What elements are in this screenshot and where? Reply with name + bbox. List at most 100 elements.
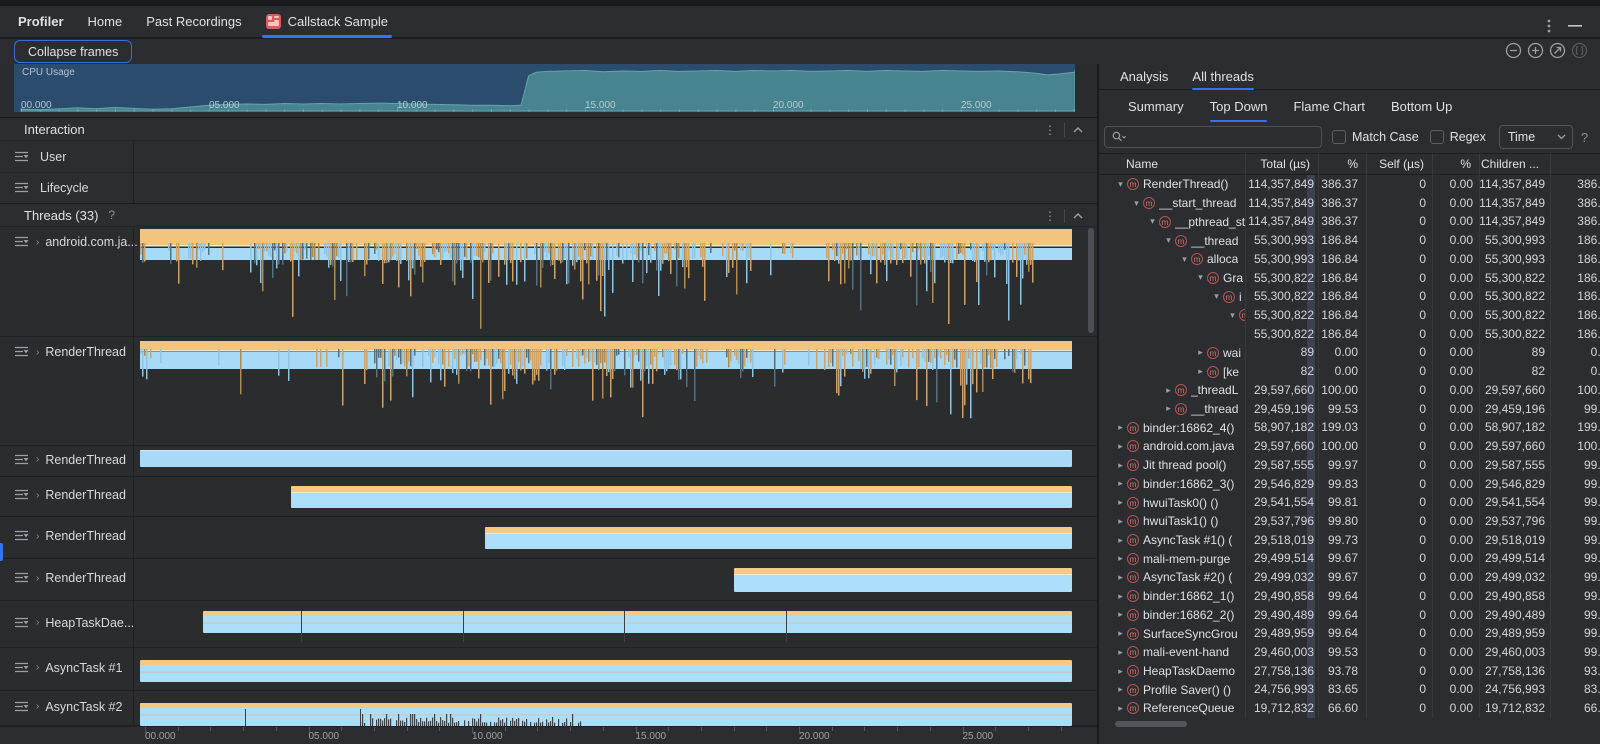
table-row[interactable]: ▾m__thread55,300,993186.8400.0055,300,99… [1099,231,1600,250]
thread-track[interactable] [140,517,1072,558]
table-row[interactable]: ▸mbinder:16862_4()58,907,182199.0300.005… [1099,418,1600,437]
tree-expander-icon[interactable]: ▾ [1162,235,1175,246]
thread-track[interactable] [140,601,1072,647]
table-row[interactable]: ▸mJit thread pool()29,587,55599.9700.002… [1099,456,1600,475]
collapse-section-icon[interactable] [1073,213,1083,219]
tracks-icon[interactable] [14,151,30,163]
tree-expander-icon[interactable]: ▾ [1210,291,1223,302]
threads-help-icon[interactable]: ? [108,208,115,222]
expand-thread-icon[interactable]: › [36,347,39,358]
thread-row[interactable]: ›RenderThread [0,559,1097,601]
table-row[interactable]: ▸mbinder:16862_1()29,490,85899.6400.0029… [1099,587,1600,606]
tracks-icon[interactable] [14,489,30,501]
search-input[interactable] [1104,126,1322,148]
thread-track[interactable] [140,477,1072,516]
analysis-tab-all-threads[interactable]: All threads [1192,64,1253,90]
thread-row[interactable]: ›RenderThread [0,446,1097,477]
table-horizontal-scrollbar[interactable] [1115,721,1187,727]
tree-expander-icon[interactable]: ▾ [1226,310,1239,321]
tree-expander-icon[interactable]: ▾ [1178,254,1191,265]
tree-expander-icon[interactable]: ▸ [1114,609,1127,620]
tracks-icon[interactable] [14,701,30,713]
column-header-5[interactable]: Children ... [1479,154,1550,176]
minimize-icon[interactable] [1564,15,1586,37]
zoom-out-icon[interactable] [1505,42,1522,59]
table-row[interactable]: ▾mRenderThread()114,357,849386.3700.0011… [1099,175,1600,194]
thread-row[interactable]: ›android.com.ja... [0,227,1097,337]
collapse-frames-button[interactable]: Collapse frames [14,40,132,63]
column-header-name[interactable]: Name [1099,154,1245,176]
tree-expander-icon[interactable]: ▸ [1194,366,1207,377]
tree-expander-icon[interactable]: ▸ [1114,553,1127,564]
subtab-bottom-up[interactable]: Bottom Up [1391,91,1452,122]
tree-expander-icon[interactable]: ▾ [1130,198,1143,209]
thread-track[interactable] [140,559,1072,600]
table-row[interactable]: ▸mhwuiTask1() ()29,537,79699.8000.0029,5… [1099,512,1600,531]
tree-expander-icon[interactable]: ▸ [1114,497,1127,508]
subtab-flame-chart[interactable]: Flame Chart [1293,91,1365,122]
reset-zoom-icon[interactable] [1549,42,1566,59]
expand-thread-icon[interactable]: › [36,701,39,712]
match-case-checkbox[interactable] [1332,130,1346,144]
table-row[interactable]: ▸mmali-event-hand29,460,00399.5300.0029,… [1099,643,1600,662]
expand-thread-icon[interactable]: › [36,237,39,248]
tree-expander-icon[interactable]: ▸ [1114,535,1127,546]
thread-track[interactable] [140,446,1072,476]
zoom-in-icon[interactable] [1527,42,1544,59]
table-row[interactable]: ▸m_threadL29,597,660100.0000.0029,597,66… [1099,381,1600,400]
table-row[interactable]: ▸mbinder:16862_2()29,490,48999.6400.0029… [1099,606,1600,625]
table-row[interactable]: ▸m[ke820.0000.00820.00 [1099,362,1600,381]
column-header-4[interactable]: % [1432,154,1479,176]
thread-row[interactable]: ›RenderThread [0,517,1097,559]
tree-expander-icon[interactable]: ▸ [1162,385,1175,396]
thread-track[interactable] [140,691,1072,725]
expand-thread-icon[interactable]: › [36,662,39,673]
collapse-section-icon[interactable] [1073,127,1083,133]
thread-track[interactable] [140,337,1072,445]
tree-expander-icon[interactable]: ▸ [1114,666,1127,677]
search-field[interactable] [1129,129,1315,145]
table-row[interactable]: ▸mbinder:16862_3()29,546,82999.8300.0029… [1099,475,1600,494]
thread-row[interactable]: ›HeapTaskDae... [0,601,1097,648]
timeline-vertical-scrollbar[interactable] [1088,228,1094,333]
tree-expander-icon[interactable]: ▾ [1114,179,1127,190]
table-row[interactable]: ▸mSurfaceSyncGrou29,489,95999.6400.0029,… [1099,624,1600,643]
tree-expander-icon[interactable]: ▸ [1114,703,1127,714]
tracks-icon[interactable] [14,530,30,542]
tab-past-recordings[interactable]: Past Recordings [146,6,241,38]
regex-checkbox[interactable] [1430,130,1444,144]
table-row[interactable]: ▸mwai890.0000.00890.00 [1099,343,1600,362]
filter-type-dropdown[interactable]: Time [1499,125,1573,149]
subtab-top-down[interactable]: Top Down [1210,91,1268,122]
thread-row[interactable]: ›AsyncTask #2 [0,691,1097,726]
tree-expander-icon[interactable]: ▸ [1114,684,1127,695]
column-header-1[interactable]: Total (µs) [1245,154,1318,176]
tree-expander-icon[interactable]: ▸ [1114,441,1127,452]
tree-expander-icon[interactable]: ▸ [1114,591,1127,602]
table-row[interactable]: ▾m__pthread_st114,357,849386.3700.00114,… [1099,212,1600,231]
table-row[interactable]: ▸mmali-mem-purge29,499,51499.6700.0029,4… [1099,549,1600,568]
table-row[interactable]: ▸mReferenceQueue19,712,83266.6000.0019,7… [1099,699,1600,718]
filter-help-icon[interactable]: ? [1581,130,1588,145]
expand-thread-icon[interactable]: › [36,573,39,584]
tracks-icon[interactable] [14,454,30,466]
tree-expander-icon[interactable]: ▸ [1114,460,1127,471]
expand-thread-icon[interactable]: › [36,531,39,542]
thread-row[interactable]: ›RenderThread [0,337,1097,446]
tree-expander-icon[interactable]: ▸ [1114,628,1127,639]
table-row[interactable]: ▸mAsyncTask #1() (29,518,01999.7300.0029… [1099,531,1600,550]
tree-expander-icon[interactable]: ▸ [1194,347,1207,358]
interaction-row-user[interactable]: User [0,142,1097,173]
tab-callstack-sample[interactable]: Callstack Sample [266,6,388,38]
expand-thread-icon[interactable]: › [36,490,39,501]
table-row[interactable]: ▸mandroid.com.java29,597,660100.0000.002… [1099,437,1600,456]
tree-expander-icon[interactable]: ▸ [1114,422,1127,433]
table-header[interactable]: NameTotal (µs)%Self (µs)%Children ... [1099,153,1600,175]
tree-expander-icon[interactable]: ▸ [1162,403,1175,414]
tracks-icon[interactable] [14,236,30,248]
tree-expander-icon[interactable]: ▾ [1146,216,1159,227]
subtab-summary[interactable]: Summary [1128,91,1184,122]
tracks-icon[interactable] [14,617,30,629]
table-row[interactable]: ▾malloca55,300,993186.8400.0055,300,9931… [1099,250,1600,269]
threads-menu-icon[interactable]: ⋮ [1044,210,1056,222]
